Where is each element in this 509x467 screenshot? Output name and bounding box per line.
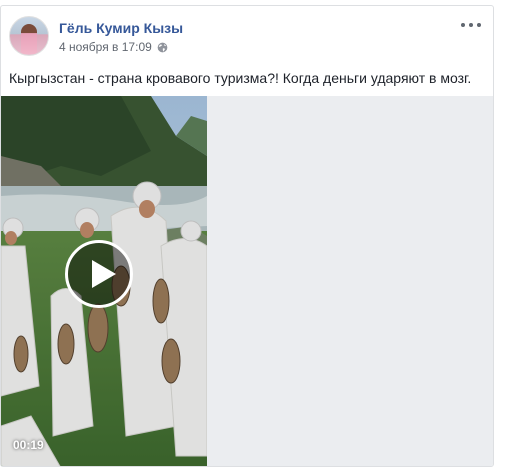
post-meta: 4 ноября в 17:09 [59, 40, 168, 54]
post-timestamp[interactable]: 4 ноября в 17:09 [59, 40, 152, 54]
video-player[interactable]: 00:19 [1, 96, 207, 466]
author-name[interactable]: Гёль Кумир Кызы [59, 20, 183, 36]
post-media: 00:19 [1, 96, 493, 466]
play-icon[interactable] [65, 240, 133, 308]
author-avatar[interactable] [9, 16, 49, 56]
more-options-icon[interactable] [461, 18, 481, 32]
avatar-figure [21, 24, 37, 54]
post-card: Гёль Кумир Кызы 4 ноября в 17:09 Кыргызс… [0, 5, 494, 467]
video-duration: 00:19 [13, 438, 44, 452]
globe-icon[interactable] [157, 42, 168, 53]
post-header: Гёль Кумир Кызы 4 ноября в 17:09 [9, 16, 485, 60]
post-text: Кыргызстан - страна кровавого туризма?! … [9, 70, 472, 86]
